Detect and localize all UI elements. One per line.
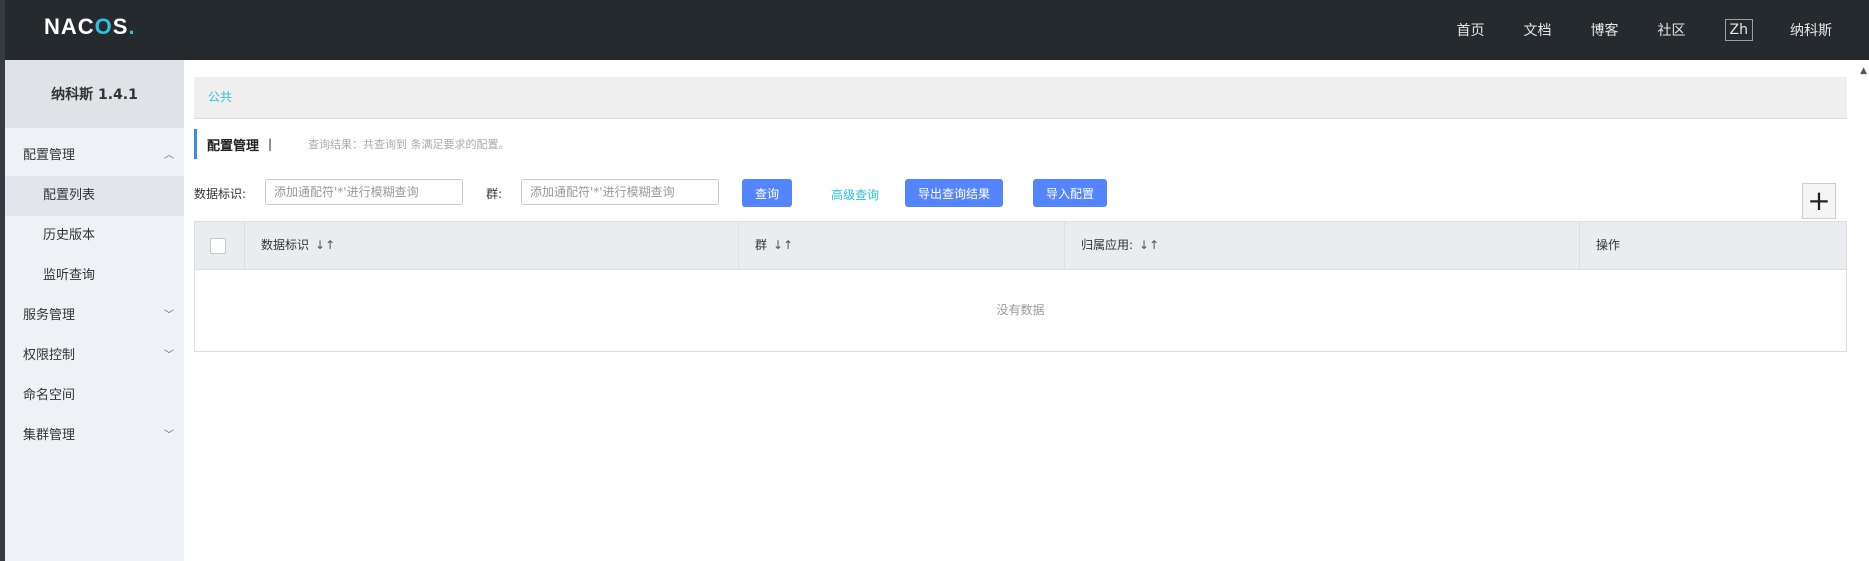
title-separator: | [268,137,273,151]
user-menu[interactable]: 纳科斯 [1790,20,1832,40]
sidebar: 纳科斯 1.4.1 配置管理 ︿ 配置列表 历史版本 监听查询 服务管理 ﹀ 权… [5,60,184,561]
top-navigation-bar: NACOS. 首页 文档 博客 社区 Zh 纳科斯 [5,0,1869,60]
select-all-checkbox[interactable] [210,237,226,254]
data-id-input[interactable] [265,179,463,205]
column-application[interactable]: 归属应用: ↓↑ [1065,222,1580,269]
chevron-down-icon: ﹀ [164,310,174,321]
query-button[interactable]: 查询 [742,179,792,207]
namespace-public-link[interactable]: 公共 [208,90,232,104]
nav-home-link[interactable]: 首页 [1457,20,1485,40]
nacos-logo[interactable]: NACOS. [44,14,136,40]
sidebar-item-cluster-management[interactable]: 集群管理 ﹀ [5,416,184,456]
chevron-down-icon: ﹀ [164,350,174,361]
import-config-button[interactable]: 导入配置 [1033,179,1107,207]
sidebar-version-title: 纳科斯 1.4.1 [5,60,184,128]
sort-icon[interactable]: ↓↑ [1139,238,1159,252]
column-group[interactable]: 群 ↓↑ [739,222,1065,269]
sidebar-item-config-list[interactable]: 配置列表 [5,176,184,216]
page-header: 配置管理 | 查询结果：共查询到 条满足要求的配置。 [194,129,510,159]
sidebar-item-history[interactable]: 历史版本 [5,216,184,256]
config-table: 数据标识 ↓↑ 群 ↓↑ 归属应用: ↓↑ 操作 没有数据 [194,221,1847,352]
data-id-label: 数据标识: [194,187,247,201]
namespace-breadcrumb: 公共 [194,77,1847,119]
query-result-info: 查询结果：共查询到 条满足要求的配置。 [308,138,510,151]
table-empty-state: 没有数据 [996,303,1045,317]
plus-icon: + [1807,184,1831,217]
column-actions: 操作 [1596,238,1621,252]
nav-blog-link[interactable]: 博客 [1591,20,1619,40]
language-switch-button[interactable]: Zh [1724,19,1753,41]
main-content: 公共 配置管理 | 查询结果：共查询到 条满足要求的配置。 数据标识: 群: 查… [194,77,1847,352]
sidebar-item-config-management[interactable]: 配置管理 ︿ [5,136,184,176]
export-results-button[interactable]: 导出查询结果 [905,179,1003,207]
add-config-button[interactable]: + [1802,183,1836,219]
column-data-id[interactable]: 数据标识 ↓↑ [245,222,739,269]
advanced-query-link[interactable]: 高级查询 [831,186,879,203]
scroll-up-arrow-icon[interactable]: ▲ [1860,66,1867,76]
nav-docs-link[interactable]: 文档 [1524,20,1552,40]
nav-community-link[interactable]: 社区 [1658,20,1686,40]
page-title: 配置管理 [207,138,260,154]
filter-bar: 数据标识: 群: 查询 高级查询 导出查询结果 导入配置 [194,179,1847,207]
sidebar-item-access-control[interactable]: 权限控制 ﹀ [5,336,184,376]
top-nav-links: 首页 文档 博客 社区 Zh 纳科斯 [1457,0,1869,60]
sidebar-item-namespace[interactable]: 命名空间 [5,376,184,416]
sort-icon[interactable]: ↓↑ [315,238,335,252]
sidebar-item-service-management[interactable]: 服务管理 ﹀ [5,296,184,336]
select-all-column [195,222,245,269]
chevron-up-icon: ︿ [164,150,174,161]
sort-icon[interactable]: ↓↑ [773,238,793,252]
group-input[interactable] [521,179,719,205]
chevron-down-icon: ﹀ [164,430,174,441]
group-label: 群: [486,187,503,201]
table-header: 数据标识 ↓↑ 群 ↓↑ 归属应用: ↓↑ 操作 [195,222,1846,270]
sidebar-item-listener-query[interactable]: 监听查询 [5,256,184,296]
